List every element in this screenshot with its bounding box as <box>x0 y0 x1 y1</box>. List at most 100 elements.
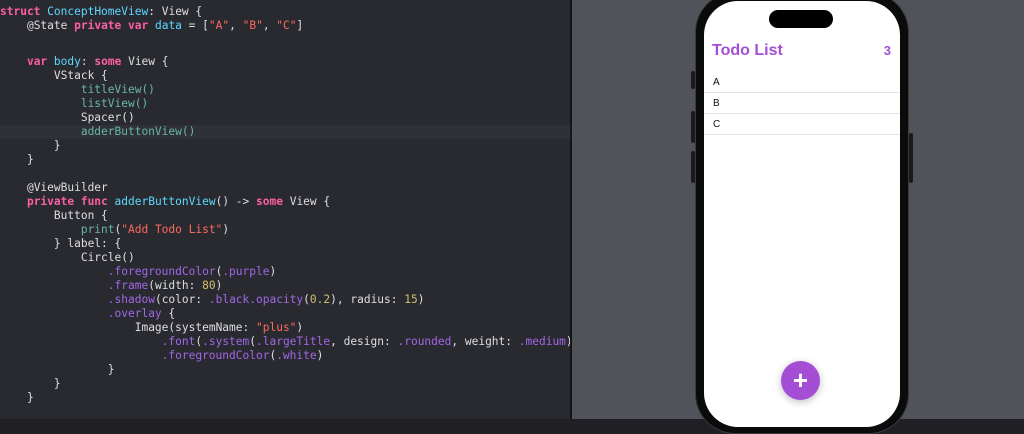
code-text: Circle() <box>80 251 135 264</box>
code-line: listView() <box>0 97 570 111</box>
dynamic-island <box>769 10 833 28</box>
enum-value: .largeTitle <box>256 335 331 348</box>
keyword: some <box>94 55 122 68</box>
plus-icon: + <box>792 365 809 395</box>
string: "plus" <box>256 321 297 334</box>
type-name: View <box>161 5 189 18</box>
keyword: some <box>256 195 283 208</box>
code-line: .shadow(color: .black.opacity(0.2), radi… <box>107 293 425 306</box>
enum-value: .black <box>208 293 250 306</box>
code-line: titleView() <box>0 83 570 97</box>
enum-value: .purple <box>222 265 270 278</box>
code-text: Spacer() <box>80 111 135 124</box>
punct: : <box>80 55 88 68</box>
attribute: @State <box>26 19 68 32</box>
todo-list: A B C <box>704 72 900 135</box>
code-line-current: adderButtonView() <box>0 125 570 139</box>
punct: } <box>53 139 61 152</box>
punct: } <box>107 363 115 376</box>
string: "A" <box>208 19 230 32</box>
code-line: } <box>0 153 570 167</box>
keyword: struct <box>0 5 41 18</box>
punct: } <box>26 391 34 404</box>
code-line: var body: some View { <box>0 55 570 69</box>
modifier: .foregroundColor <box>161 349 270 362</box>
modifier: .font <box>161 335 196 348</box>
enum-value: .rounded <box>397 335 452 348</box>
power-button <box>909 133 913 183</box>
arg-label: weight <box>464 335 506 348</box>
arg-label: design <box>343 335 384 348</box>
code-line: } <box>0 363 570 377</box>
volume-down-button <box>691 151 695 183</box>
function-call: titleView() <box>80 83 155 96</box>
code-line: } <box>0 391 570 405</box>
string: "Add Todo List" <box>121 223 223 236</box>
item-count: 3 <box>883 43 891 58</box>
code-line: private func adderButtonView() -> some V… <box>0 195 570 209</box>
type-name: Image <box>134 321 169 334</box>
function-name: adderButtonView <box>114 195 216 208</box>
xcode-window: struct ConceptHomeView: View { @State pr… <box>0 0 1024 434</box>
number: 15 <box>404 293 418 306</box>
keyword: private func <box>26 195 108 208</box>
modifier: .shadow <box>107 293 155 306</box>
punct: = [ <box>188 19 209 32</box>
function-call: adderButtonView() <box>80 125 196 138</box>
enum-value: .medium <box>518 335 566 348</box>
modifier: .overlay <box>107 307 162 320</box>
code-line: @State private var data = ["A", "B", "C"… <box>26 19 304 32</box>
list-item[interactable]: C <box>704 114 900 135</box>
attribute: @ViewBuilder <box>26 181 108 194</box>
code-line: struct ConceptHomeView: View { <box>0 5 570 19</box>
number: 80 <box>202 279 216 292</box>
type-name: View <box>289 195 317 208</box>
code-line: } label: { <box>0 237 570 251</box>
device-frame: Todo List 3 A B C + <box>691 0 913 434</box>
identifier: data <box>154 19 182 32</box>
modifier: .frame <box>107 279 149 292</box>
add-todo-button[interactable]: + <box>781 361 820 400</box>
keyword: private var <box>74 19 149 32</box>
punct: } <box>53 377 61 390</box>
code-line: } <box>0 377 570 391</box>
code-line: @ViewBuilder <box>0 181 570 195</box>
punct: : <box>148 5 155 18</box>
code-text: VStack { <box>53 69 108 82</box>
code-line: .foregroundColor(.purple) <box>107 265 277 278</box>
code-line: .font(.system(.largeTitle, design: .roun… <box>161 335 570 348</box>
arg-label: systemName <box>175 321 243 334</box>
code-text: } label: { <box>53 237 122 250</box>
number: 0.2 <box>309 293 331 306</box>
punct: } <box>26 153 34 166</box>
enum-value: .white <box>276 349 317 362</box>
preview-canvas: Todo List 3 A B C + <box>572 0 1024 434</box>
device-screen: Todo List 3 A B C + <box>704 1 900 427</box>
code-line: Circle() <box>0 251 570 265</box>
code-line: VStack { <box>0 69 570 83</box>
function-call: print <box>80 223 115 236</box>
code-editor[interactable]: struct ConceptHomeView: View { @State pr… <box>0 0 570 419</box>
code-line: Spacer() <box>0 111 570 125</box>
identifier: body <box>53 55 81 68</box>
code-line: } <box>0 139 570 153</box>
string: "C" <box>276 19 297 32</box>
modifier: .opacity <box>249 293 304 306</box>
list-item[interactable]: A <box>704 72 900 93</box>
action-button <box>691 71 695 89</box>
punct: () -> <box>215 195 256 208</box>
type-name: View <box>128 55 156 68</box>
type-name: ConceptHomeView <box>47 5 149 18</box>
enum-value: .system <box>202 335 250 348</box>
code-line: Image(systemName: "plus") <box>134 321 304 334</box>
code-line: .foregroundColor(.white) <box>161 349 324 362</box>
list-item[interactable]: B <box>704 93 900 114</box>
volume-up-button <box>691 111 695 143</box>
punct: { <box>195 5 203 18</box>
code-line: .overlay { <box>107 307 176 320</box>
code-line: print("Add Todo List") <box>80 223 230 236</box>
code-line: .frame(width: 80) <box>107 279 223 292</box>
punct: { <box>161 55 169 68</box>
function-call: listView() <box>80 97 149 110</box>
punct: ] <box>296 19 304 32</box>
